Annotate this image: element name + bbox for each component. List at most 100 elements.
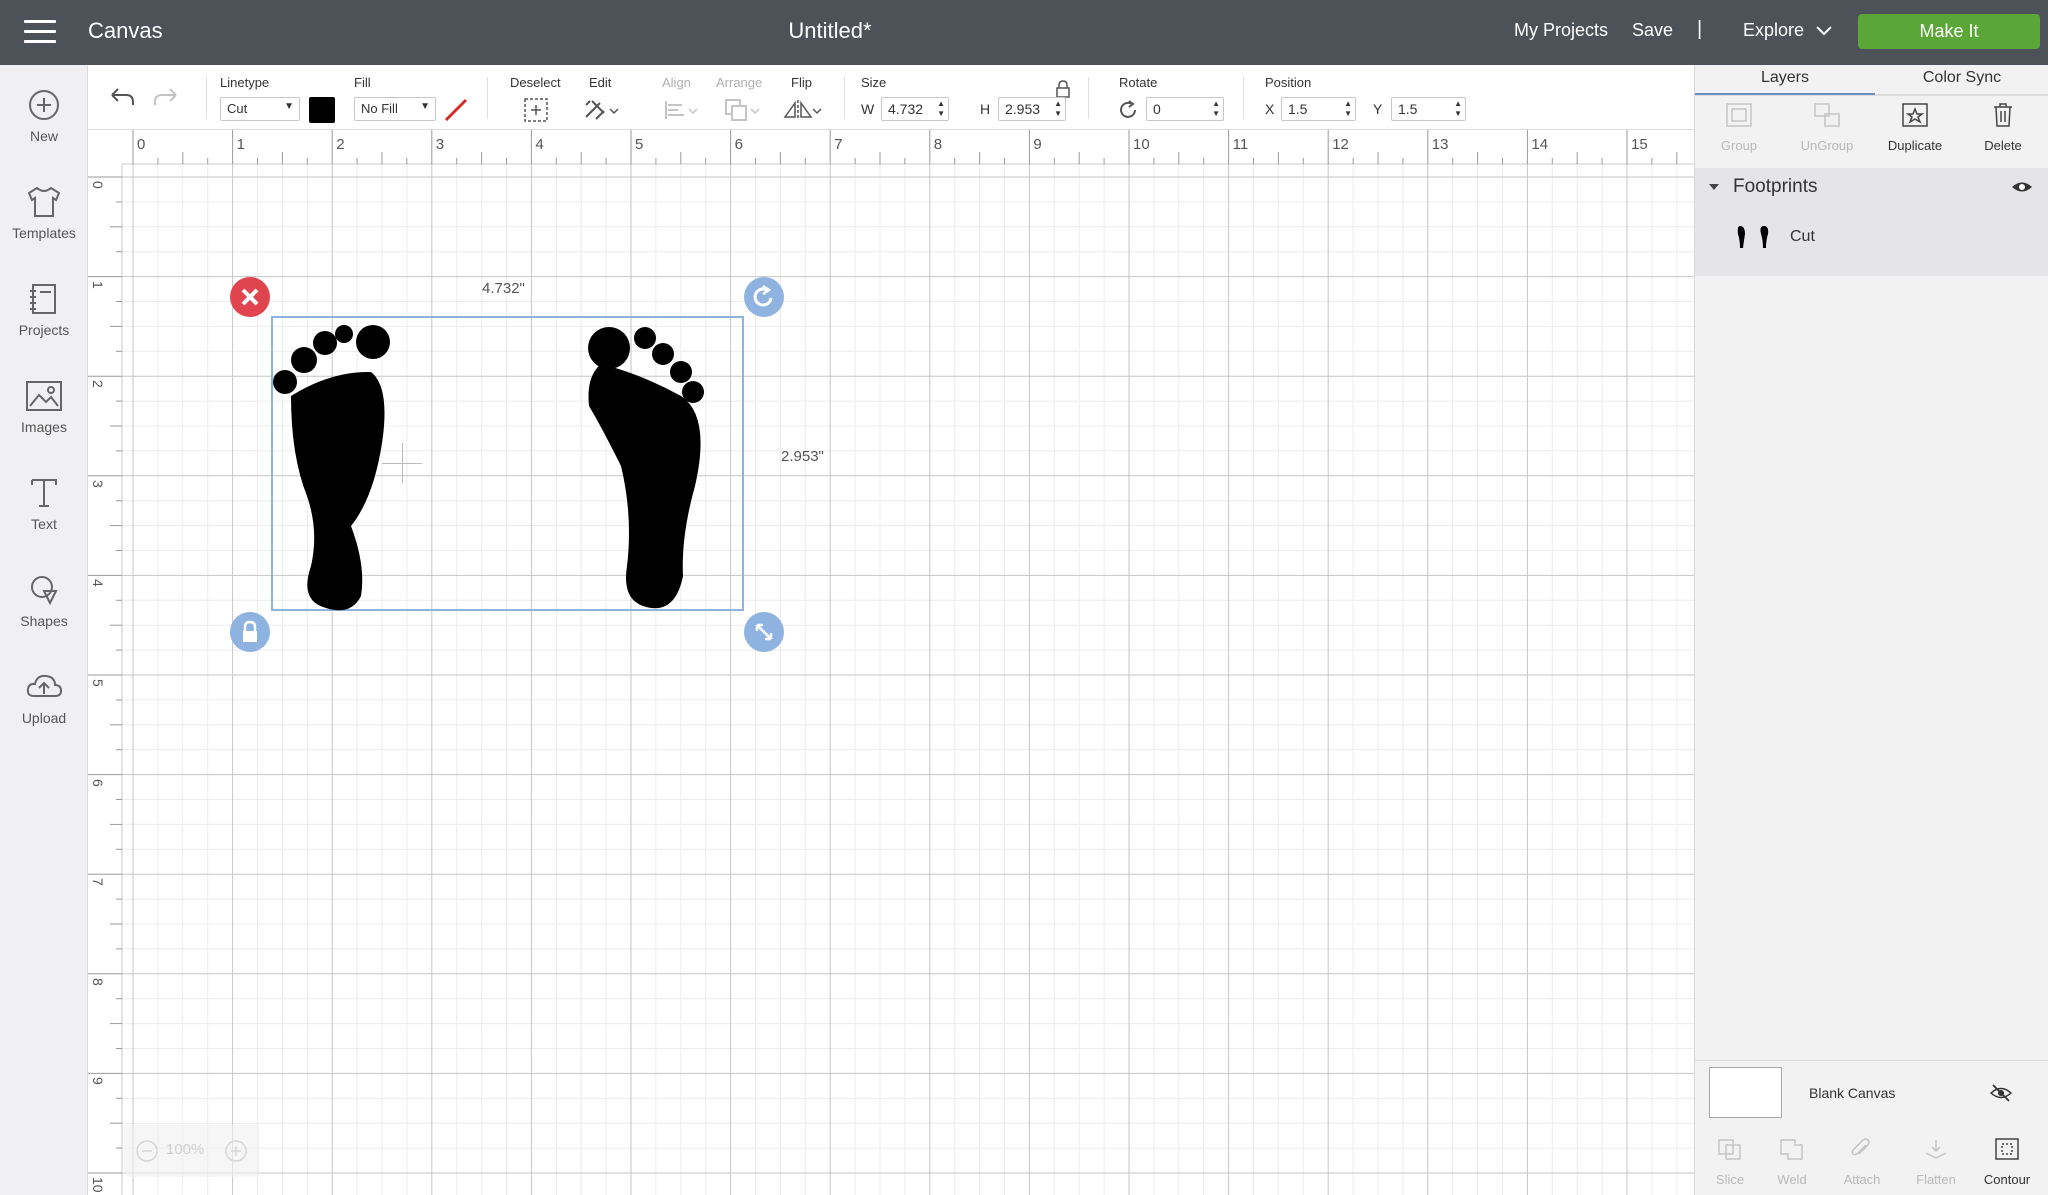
x-value: 1.5 bbox=[1288, 101, 1308, 117]
stepper-icon[interactable]: ▲ ▼ bbox=[937, 99, 945, 119]
stepper-icon[interactable]: ▲ ▼ bbox=[1054, 99, 1062, 119]
ruler-left-label: 7 bbox=[90, 878, 106, 886]
group-label: Group bbox=[1720, 138, 1758, 153]
shapes-icon bbox=[31, 576, 58, 606]
sidebar-item-shapes[interactable]: Shapes bbox=[0, 573, 88, 663]
arrange-icon bbox=[725, 99, 760, 121]
duplicate-button[interactable]: Duplicate bbox=[1871, 101, 1959, 153]
no-fill-swatch-icon[interactable] bbox=[443, 97, 469, 123]
ungroup-button: UnGroup bbox=[1783, 101, 1871, 153]
rotate-handle-icon[interactable] bbox=[743, 276, 785, 318]
eye-icon[interactable] bbox=[2011, 178, 2033, 196]
stepper-icon[interactable]: ▲ ▼ bbox=[1344, 99, 1352, 119]
sidebar-item-new[interactable]: New bbox=[0, 88, 88, 178]
divider bbox=[1695, 95, 2048, 96]
edit-label: Edit bbox=[589, 75, 612, 90]
sidebar-item-templates[interactable]: Templates bbox=[0, 185, 88, 275]
stepper-icon[interactable]: ▲ ▼ bbox=[1212, 99, 1220, 119]
center-crosshair bbox=[382, 463, 422, 464]
ruler-left-label: 8 bbox=[90, 977, 106, 986]
lock-handle-icon[interactable] bbox=[229, 611, 271, 653]
toolbar-divider bbox=[1243, 77, 1244, 119]
layer-type-label: Cut bbox=[1790, 228, 1815, 245]
zoom-level: 100% bbox=[166, 1141, 205, 1158]
linetype-value: Cut bbox=[227, 101, 248, 116]
chevron-down-icon[interactable] bbox=[1814, 20, 1834, 40]
delete-handle-icon[interactable] bbox=[229, 276, 271, 318]
flatten-label: Flatten bbox=[1916, 1172, 1956, 1187]
x-position-input[interactable]: 1.5 ▲ ▼ bbox=[1281, 97, 1356, 121]
edit-toolbar: Linetype Cut ▼ Fill No Fill ▼ Deselect Edi… bbox=[88, 65, 1694, 130]
sidebar-item-label: Upload bbox=[21, 710, 67, 726]
zoom-in-icon[interactable] bbox=[224, 1139, 248, 1163]
toolbar-divider bbox=[487, 77, 488, 119]
attach-button: Attach bbox=[1827, 1137, 1897, 1187]
delete-button[interactable]: Delete bbox=[1959, 101, 2047, 153]
sidebar-item-upload[interactable]: Upload bbox=[0, 670, 88, 760]
weld-icon bbox=[1780, 1139, 1803, 1160]
y-value: 1.5 bbox=[1398, 101, 1418, 117]
tshirt-icon bbox=[27, 186, 61, 217]
align-icon bbox=[665, 101, 698, 119]
sidebar-item-label: Shapes bbox=[20, 613, 68, 629]
width-input[interactable]: 4.732 ▲ ▼ bbox=[881, 97, 949, 121]
flatten-button: Flatten bbox=[1901, 1137, 1971, 1187]
ruler-top-label: 11 bbox=[1232, 136, 1249, 153]
ruler-top-label: 13 bbox=[1431, 136, 1449, 153]
ungroup-label: UnGroup bbox=[1800, 138, 1854, 153]
ruler-top-label: 14 bbox=[1531, 136, 1549, 153]
stepper-icon[interactable]: ▲ ▼ bbox=[1454, 99, 1462, 119]
ruler-left-label: 10 bbox=[90, 1177, 106, 1193]
deselect-label: Deselect bbox=[510, 75, 561, 90]
save-link[interactable]: Save bbox=[1632, 20, 1673, 41]
weld-label: Weld bbox=[1777, 1172, 1807, 1187]
my-projects-link[interactable]: My Projects bbox=[1514, 20, 1608, 41]
ruler-left-label: 9 bbox=[90, 1077, 106, 1086]
resize-handle-icon[interactable] bbox=[743, 611, 785, 653]
fill-select[interactable]: No Fill ▼ bbox=[354, 97, 436, 121]
sidebar-item-label: New bbox=[29, 128, 58, 144]
width-label: W bbox=[861, 101, 875, 117]
zoom-out-icon[interactable] bbox=[135, 1139, 159, 1163]
sidebar-item-label: Text bbox=[31, 516, 57, 532]
canvas-grid bbox=[88, 130, 1694, 1195]
footprints-image[interactable] bbox=[271, 316, 744, 611]
make-it-button[interactable]: Make It bbox=[1858, 14, 2040, 49]
align-label: Align bbox=[662, 75, 691, 90]
layer-group-footprints[interactable]: Footprints Cut bbox=[1695, 168, 2048, 276]
height-input[interactable]: 2.953 ▲ ▼ bbox=[998, 97, 1066, 121]
caret-down-icon[interactable] bbox=[1707, 180, 1721, 194]
linetype-select[interactable]: Cut ▼ bbox=[220, 97, 300, 121]
slice-label: Slice bbox=[1715, 1172, 1745, 1187]
sidebar-item-label: Images bbox=[21, 419, 67, 435]
y-position-input[interactable]: 1.5 ▲ ▼ bbox=[1391, 97, 1466, 121]
lock-aspect-icon[interactable] bbox=[1054, 79, 1072, 99]
weld-button: Weld bbox=[1757, 1137, 1827, 1187]
ruler-top-label: 15 bbox=[1631, 136, 1648, 153]
tab-color-sync[interactable]: Color Sync bbox=[1875, 65, 2048, 95]
undo-icon[interactable] bbox=[108, 85, 136, 109]
ruler-top-label: 10 bbox=[1133, 136, 1150, 153]
flip-icon[interactable] bbox=[782, 97, 822, 123]
linetype-color-swatch[interactable] bbox=[309, 97, 335, 123]
sidebar-item-text[interactable]: Text bbox=[0, 476, 88, 566]
rotate-input[interactable]: 0 ▲ ▼ bbox=[1146, 97, 1224, 121]
deselect-icon[interactable] bbox=[523, 97, 549, 123]
sidebar-item-images[interactable]: Images bbox=[0, 379, 88, 469]
redo-icon bbox=[154, 88, 177, 105]
explore-dropdown[interactable]: Explore bbox=[1743, 20, 1804, 41]
contour-button[interactable]: Contour bbox=[1972, 1137, 2042, 1187]
edit-tools-icon[interactable] bbox=[582, 97, 620, 123]
eye-hidden-icon[interactable] bbox=[1989, 1083, 2013, 1103]
sidebar-item-projects[interactable]: Projects bbox=[0, 282, 88, 372]
trash-icon bbox=[1994, 103, 2012, 127]
tab-layers[interactable]: Layers bbox=[1695, 65, 1875, 95]
group-icon bbox=[1726, 103, 1752, 127]
blank-canvas-swatch[interactable] bbox=[1709, 1067, 1782, 1118]
ruler-top-label: 1 bbox=[236, 136, 245, 153]
flatten-icon bbox=[1925, 1140, 1947, 1159]
height-readout: 2.953" bbox=[781, 448, 824, 465]
design-canvas[interactable]: 0 1 2 3 4 5 6 7 8 9 10 11 12 13 14 15 0 1 2 3 4 5 6 7 8 9 10 4.73… bbox=[88, 130, 1694, 1195]
ruler-left-label: 1 bbox=[90, 280, 106, 289]
y-label: Y bbox=[1373, 101, 1383, 117]
